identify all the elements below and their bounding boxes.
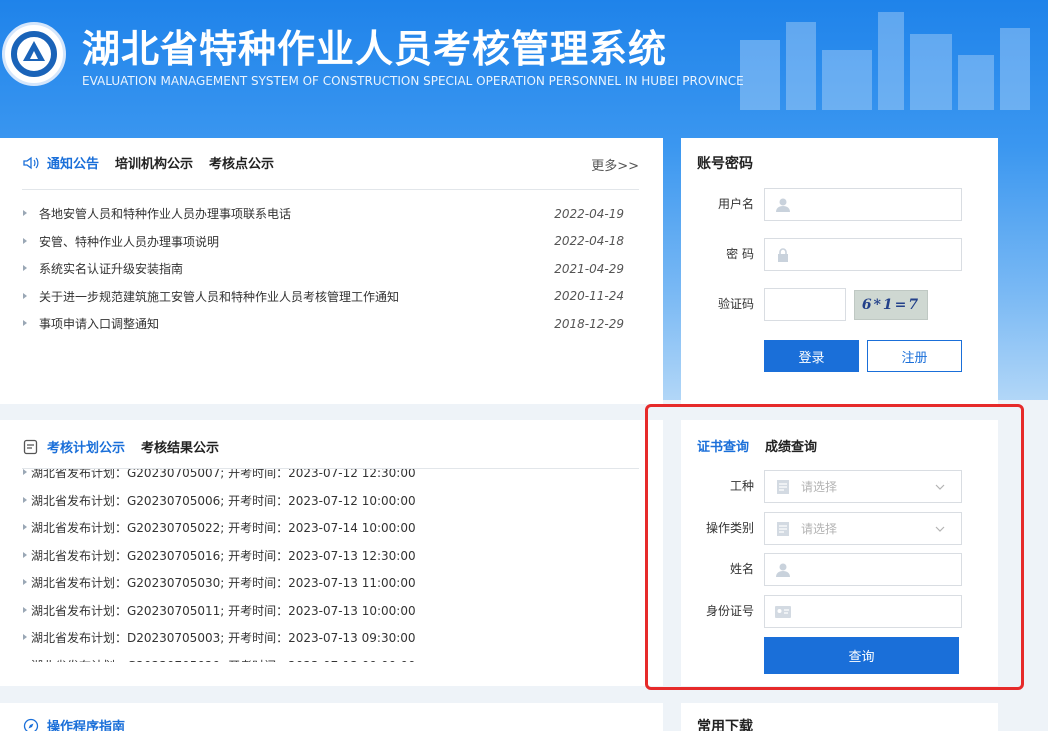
list-item[interactable]: 湖北省发布计划：G20230705029; 开考时间：2023-07-13 09… (22, 652, 639, 662)
query-tabs: 证书查询 成绩查询 (697, 436, 833, 455)
tab-certificate-query[interactable]: 证书查询 (697, 436, 749, 455)
job-type-label: 工种 (729, 479, 754, 493)
notice-title[interactable]: 系统实名认证升级安装指南 (39, 260, 554, 277)
list-item[interactable]: 事项申请入口调整通知 2018-12-29 (22, 310, 624, 338)
login-button[interactable]: 登录 (764, 340, 859, 372)
exam-plan-panel: 考核计划公示 考核结果公示 湖北省发布计划：G20230705007; 开考时间… (0, 420, 663, 686)
notice-list: 各地安管人员和特种作业人员办理事项联系电话 2022-04-19 安管、特种作业人… (22, 200, 624, 338)
tab-exam-plan[interactable]: 考核计划公示 (47, 437, 125, 456)
lock-icon (765, 239, 801, 270)
list-item[interactable]: 湖北省发布计划：G20230705007; 开考时间：2023-07-12 12… (22, 469, 639, 487)
operation-type-label: 操作类别 (705, 521, 754, 535)
tab-training-institutions[interactable]: 培训机构公示 (115, 153, 193, 172)
plan-tabs: 考核计划公示 考核结果公示 (22, 437, 235, 456)
password-label: 密 码 (726, 247, 754, 261)
username-field[interactable] (764, 188, 962, 221)
site-subtitle: EVALUATION MANAGEMENT SYSTEM OF CONSTRUC… (82, 74, 744, 88)
tab-notice[interactable]: 通知公告 (47, 153, 99, 172)
login-panel: 账号密码 用户名 密 码 验证码 6*1=7 登录 注册 (681, 138, 998, 404)
guide-panel: 操作程序指南 (0, 703, 663, 731)
tab-exam-results[interactable]: 考核结果公示 (141, 437, 219, 456)
download-title: 常用下载 (697, 719, 753, 731)
list-item[interactable]: 湖北省发布计划：D20230705003; 开考时间：2023-07-13 09… (22, 624, 639, 652)
divider (22, 189, 639, 190)
list-item[interactable]: 关于进一步规范建筑施工安管人员和特种作业人员考核管理工作通知 2020-11-24 (22, 283, 624, 311)
list-item[interactable]: 湖北省发布计划：G20230705011; 开考时间：2023-07-13 10… (22, 597, 639, 625)
tab-score-query[interactable]: 成绩查询 (765, 436, 817, 455)
compass-icon (22, 718, 40, 731)
document-icon (22, 439, 40, 455)
notice-date: 2020-11-24 (554, 289, 624, 304)
operation-type-select[interactable]: 请选择 (764, 512, 962, 545)
user-icon (765, 189, 801, 220)
notice-date: 2022-04-19 (554, 206, 624, 221)
notice-title[interactable]: 安管、特种作业人员办理事项说明 (39, 233, 554, 250)
captcha-image[interactable]: 6*1=7 (854, 290, 928, 320)
certificate-query-panel: 证书查询 成绩查询 工种 请选择 操作类别 请选择 姓名 身份证号 查询 (681, 420, 998, 686)
list-item[interactable]: 湖北省发布计划：G20230705030; 开考时间：2023-07-13 11… (22, 569, 639, 597)
tab-guide[interactable]: 操作程序指南 (47, 716, 125, 731)
user-icon (765, 554, 801, 585)
notice-title[interactable]: 各地安管人员和特种作业人员办理事项联系电话 (39, 205, 554, 222)
list-item[interactable]: 系统实名认证升级安装指南 2021-04-29 (22, 255, 624, 283)
login-title: 账号密码 (697, 156, 753, 172)
notice-date: 2018-12-29 (554, 316, 624, 331)
guide-tabs: 操作程序指南 (22, 716, 141, 731)
password-field[interactable] (764, 238, 962, 271)
username-label: 用户名 (717, 197, 754, 211)
more-link[interactable]: 更多>> (591, 155, 639, 174)
exam-plan-ticker: 湖北省发布计划：G20230705007; 开考时间：2023-07-12 12… (22, 468, 639, 662)
name-label: 姓名 (729, 562, 754, 576)
id-number-field[interactable] (764, 595, 962, 628)
list-item[interactable]: 湖北省发布计划：G20230705016; 开考时间：2023-07-13 12… (22, 542, 639, 570)
site-title: 湖北省特种作业人员考核管理系统 (82, 27, 668, 71)
captcha-field[interactable] (764, 288, 846, 321)
captcha-label: 验证码 (717, 297, 754, 311)
query-button[interactable]: 查询 (764, 637, 959, 674)
notice-date: 2022-04-18 (554, 234, 624, 249)
list-item[interactable]: 各地安管人员和特种作业人员办理事项联系电话 2022-04-19 (22, 200, 624, 228)
list-icon (765, 513, 801, 544)
list-item[interactable]: 安管、特种作业人员办理事项说明 2022-04-18 (22, 228, 624, 256)
skyline-decoration (740, 12, 1030, 110)
list-item[interactable]: 湖北省发布计划：G20230705006; 开考时间：2023-07-12 10… (22, 487, 639, 515)
notice-title[interactable]: 关于进一步规范建筑施工安管人员和特种作业人员考核管理工作通知 (39, 288, 554, 305)
tab-exam-sites[interactable]: 考核点公示 (209, 153, 274, 172)
download-panel: 常用下载 (681, 703, 998, 731)
id-card-icon (765, 596, 801, 627)
notice-tabs: 通知公告 培训机构公示 考核点公示 (22, 153, 290, 172)
notice-date: 2021-04-29 (554, 261, 624, 276)
register-button[interactable]: 注册 (867, 340, 962, 372)
chevron-down-icon (935, 522, 961, 535)
speaker-icon (22, 155, 40, 171)
job-type-select[interactable]: 请选择 (764, 470, 962, 503)
list-item[interactable]: 湖北省发布计划：G20230705022; 开考时间：2023-07-14 10… (22, 514, 639, 542)
id-number-label: 身份证号 (705, 604, 754, 618)
name-field[interactable] (764, 553, 962, 586)
chevron-down-icon (935, 480, 961, 493)
notice-panel: 通知公告 培训机构公示 考核点公示 更多>> 各地安管人员和特种作业人员办理事项… (0, 138, 663, 404)
operation-type-placeholder: 请选择 (801, 522, 838, 536)
list-icon (765, 471, 801, 502)
job-type-placeholder: 请选择 (801, 480, 838, 494)
logo-emblem (2, 22, 66, 86)
notice-title[interactable]: 事项申请入口调整通知 (39, 315, 554, 332)
